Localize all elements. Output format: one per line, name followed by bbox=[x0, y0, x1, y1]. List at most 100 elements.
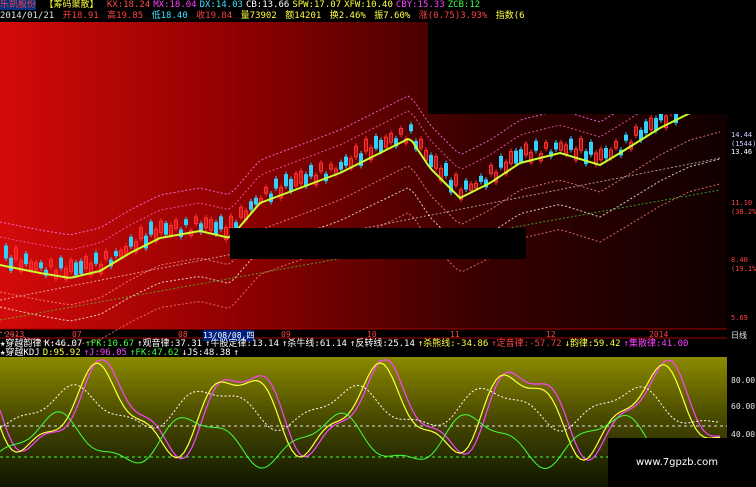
price-tick-2: 13.46 bbox=[731, 148, 753, 156]
header-value-1: MX:18.04 bbox=[153, 0, 197, 10]
candle-body bbox=[464, 180, 468, 190]
kd-value-6: ↑杀熊线:-34.86 bbox=[417, 339, 489, 349]
indicator-values: KX:18.24 MX:18.04 DX:14.03 CB:13.66 SPW:17.0… bbox=[107, 0, 483, 10]
stock-name[interactable]: 乐凯股份 bbox=[0, 0, 37, 10]
candle-body bbox=[624, 134, 628, 141]
quote-index: 指数(6 bbox=[495, 11, 525, 21]
quote-change: 涨(0.75)3.93% bbox=[418, 11, 488, 21]
candle-body bbox=[519, 149, 523, 162]
candle-body bbox=[184, 219, 188, 226]
candle-body bbox=[444, 163, 448, 176]
quote-amplitude: 振7.60% bbox=[374, 11, 411, 21]
period-label[interactable]: 日线 bbox=[731, 330, 747, 341]
candle-body bbox=[344, 156, 348, 166]
kd-value-4: ↑杀牛线:61.14 bbox=[282, 339, 347, 349]
quote-open: 开18.91 bbox=[62, 11, 99, 21]
quote-high: 高19.85 bbox=[107, 11, 144, 21]
kdj-value-0: D:95.92 bbox=[42, 348, 81, 358]
price-tick-5: 8.40 bbox=[731, 256, 748, 264]
candle-body bbox=[479, 175, 483, 182]
candle-body bbox=[79, 260, 83, 274]
indicator-name[interactable]: 【筹码聚散】 bbox=[44, 0, 98, 10]
kdj-value-3: ↓JS:48.38 bbox=[181, 348, 231, 358]
header-value-7: ZCB:12 bbox=[447, 0, 481, 10]
candle-body bbox=[409, 124, 413, 132]
price-tick-4: (38.2%) bbox=[731, 208, 756, 216]
candle-body bbox=[214, 222, 218, 235]
candle-body bbox=[274, 178, 278, 189]
candle-body bbox=[534, 140, 538, 151]
price-tick-0: 14.44 bbox=[731, 131, 753, 139]
quote-turnover: 换2.46% bbox=[329, 11, 366, 21]
kdj-value-4: ↑ bbox=[233, 348, 239, 358]
price-tick-3: 11.10 bbox=[731, 199, 753, 207]
candle-body bbox=[554, 142, 558, 150]
occluded-region-top bbox=[428, 22, 727, 114]
date-label-0: 2013 bbox=[5, 330, 25, 339]
candle-body bbox=[94, 252, 98, 264]
band-line-4 bbox=[0, 183, 721, 347]
candle-body bbox=[604, 147, 608, 159]
candle-body bbox=[284, 174, 288, 187]
kd-value-5: ↑反转线:25.14 bbox=[349, 339, 415, 349]
date-label-7: 12 bbox=[546, 330, 556, 339]
candle-body bbox=[374, 135, 378, 149]
price-tick-6: (19.1%) bbox=[731, 265, 756, 273]
candle-body bbox=[254, 197, 258, 205]
price-scale bbox=[727, 0, 756, 487]
candle-body bbox=[589, 141, 593, 155]
candle-body bbox=[149, 221, 153, 235]
candle-body bbox=[249, 201, 253, 210]
osc-tick-1: 60.00 bbox=[731, 402, 756, 411]
kdj-value-1: ↑J:96.05 bbox=[83, 348, 127, 358]
date-label-8: 2014 bbox=[649, 330, 669, 339]
kd-value-7: ↑定音律:-57.72 bbox=[491, 339, 562, 349]
header-bar: 乐凯股份 【筹码聚散】 KX:18.24 MX:18.04 DX:14.03 CB:1… bbox=[0, 0, 486, 11]
quote-bar: 2014/01/21 开18.91 高19.85 低18.40 收19.84 量… bbox=[0, 11, 528, 22]
candle-body bbox=[39, 262, 43, 269]
candle-body bbox=[289, 179, 293, 192]
date-label-4: 09 bbox=[281, 330, 291, 339]
candle-body bbox=[309, 164, 313, 177]
date-label-6: 11 bbox=[450, 330, 460, 339]
header-value-2: DX:14.03 bbox=[199, 0, 243, 10]
candle-body bbox=[164, 223, 168, 235]
candle-body bbox=[24, 253, 28, 265]
kdj-indicator-row: ★穿越KDJ D:95.92 ↑J:96.05 ↑FK:47.62 ↓JS:48.38 ↑ bbox=[0, 348, 245, 359]
candle-body bbox=[339, 162, 343, 170]
osc-tick-2: 40.00 bbox=[731, 430, 756, 439]
osc-tick-0: 80.00 bbox=[731, 376, 756, 385]
candle-body bbox=[74, 262, 78, 276]
quote-amount: 额14201 bbox=[285, 11, 322, 21]
quote-date: 2014/01/21 bbox=[0, 11, 55, 21]
occluded-region-middle bbox=[230, 228, 526, 259]
candle-body bbox=[219, 216, 223, 230]
candle-body bbox=[129, 236, 133, 247]
date-label-2: 08 bbox=[178, 330, 188, 339]
header-value-0: KX:18.24 bbox=[106, 0, 151, 10]
candle-body bbox=[59, 257, 63, 269]
header-value-4: SPW:17.07 bbox=[292, 0, 342, 10]
quote-close: 收19.84 bbox=[196, 11, 233, 21]
date-label-1: 07 bbox=[72, 330, 82, 339]
price-tick-1: (1544) bbox=[731, 140, 756, 148]
candle-body bbox=[114, 251, 118, 257]
candle-body bbox=[644, 121, 648, 134]
kd-value-8: ↓韵律:59.42 bbox=[564, 339, 621, 349]
kdj-title[interactable]: ★穿越KDJ bbox=[0, 348, 40, 358]
header-value-5: XFW:10.40 bbox=[344, 0, 393, 10]
price-tick-7: 5.69 bbox=[731, 314, 748, 322]
quote-low: 低18.40 bbox=[151, 11, 188, 21]
kdj-value-2: ↑FK:47.62 bbox=[129, 348, 179, 358]
quote-volume: 量73902 bbox=[240, 11, 277, 21]
candle-body bbox=[429, 155, 433, 168]
candle-body bbox=[499, 155, 503, 168]
header-value-6: CBY:15.33 bbox=[395, 0, 445, 10]
candle-body bbox=[4, 245, 8, 259]
candle-body bbox=[514, 150, 518, 164]
date-label-5: 10 bbox=[367, 330, 377, 339]
watermark-text: www.7gpzb.com bbox=[636, 457, 718, 468]
kd-value-9: ↑集散律:41.00 bbox=[623, 339, 689, 349]
candle-body bbox=[379, 139, 383, 152]
candle-body bbox=[569, 138, 573, 150]
